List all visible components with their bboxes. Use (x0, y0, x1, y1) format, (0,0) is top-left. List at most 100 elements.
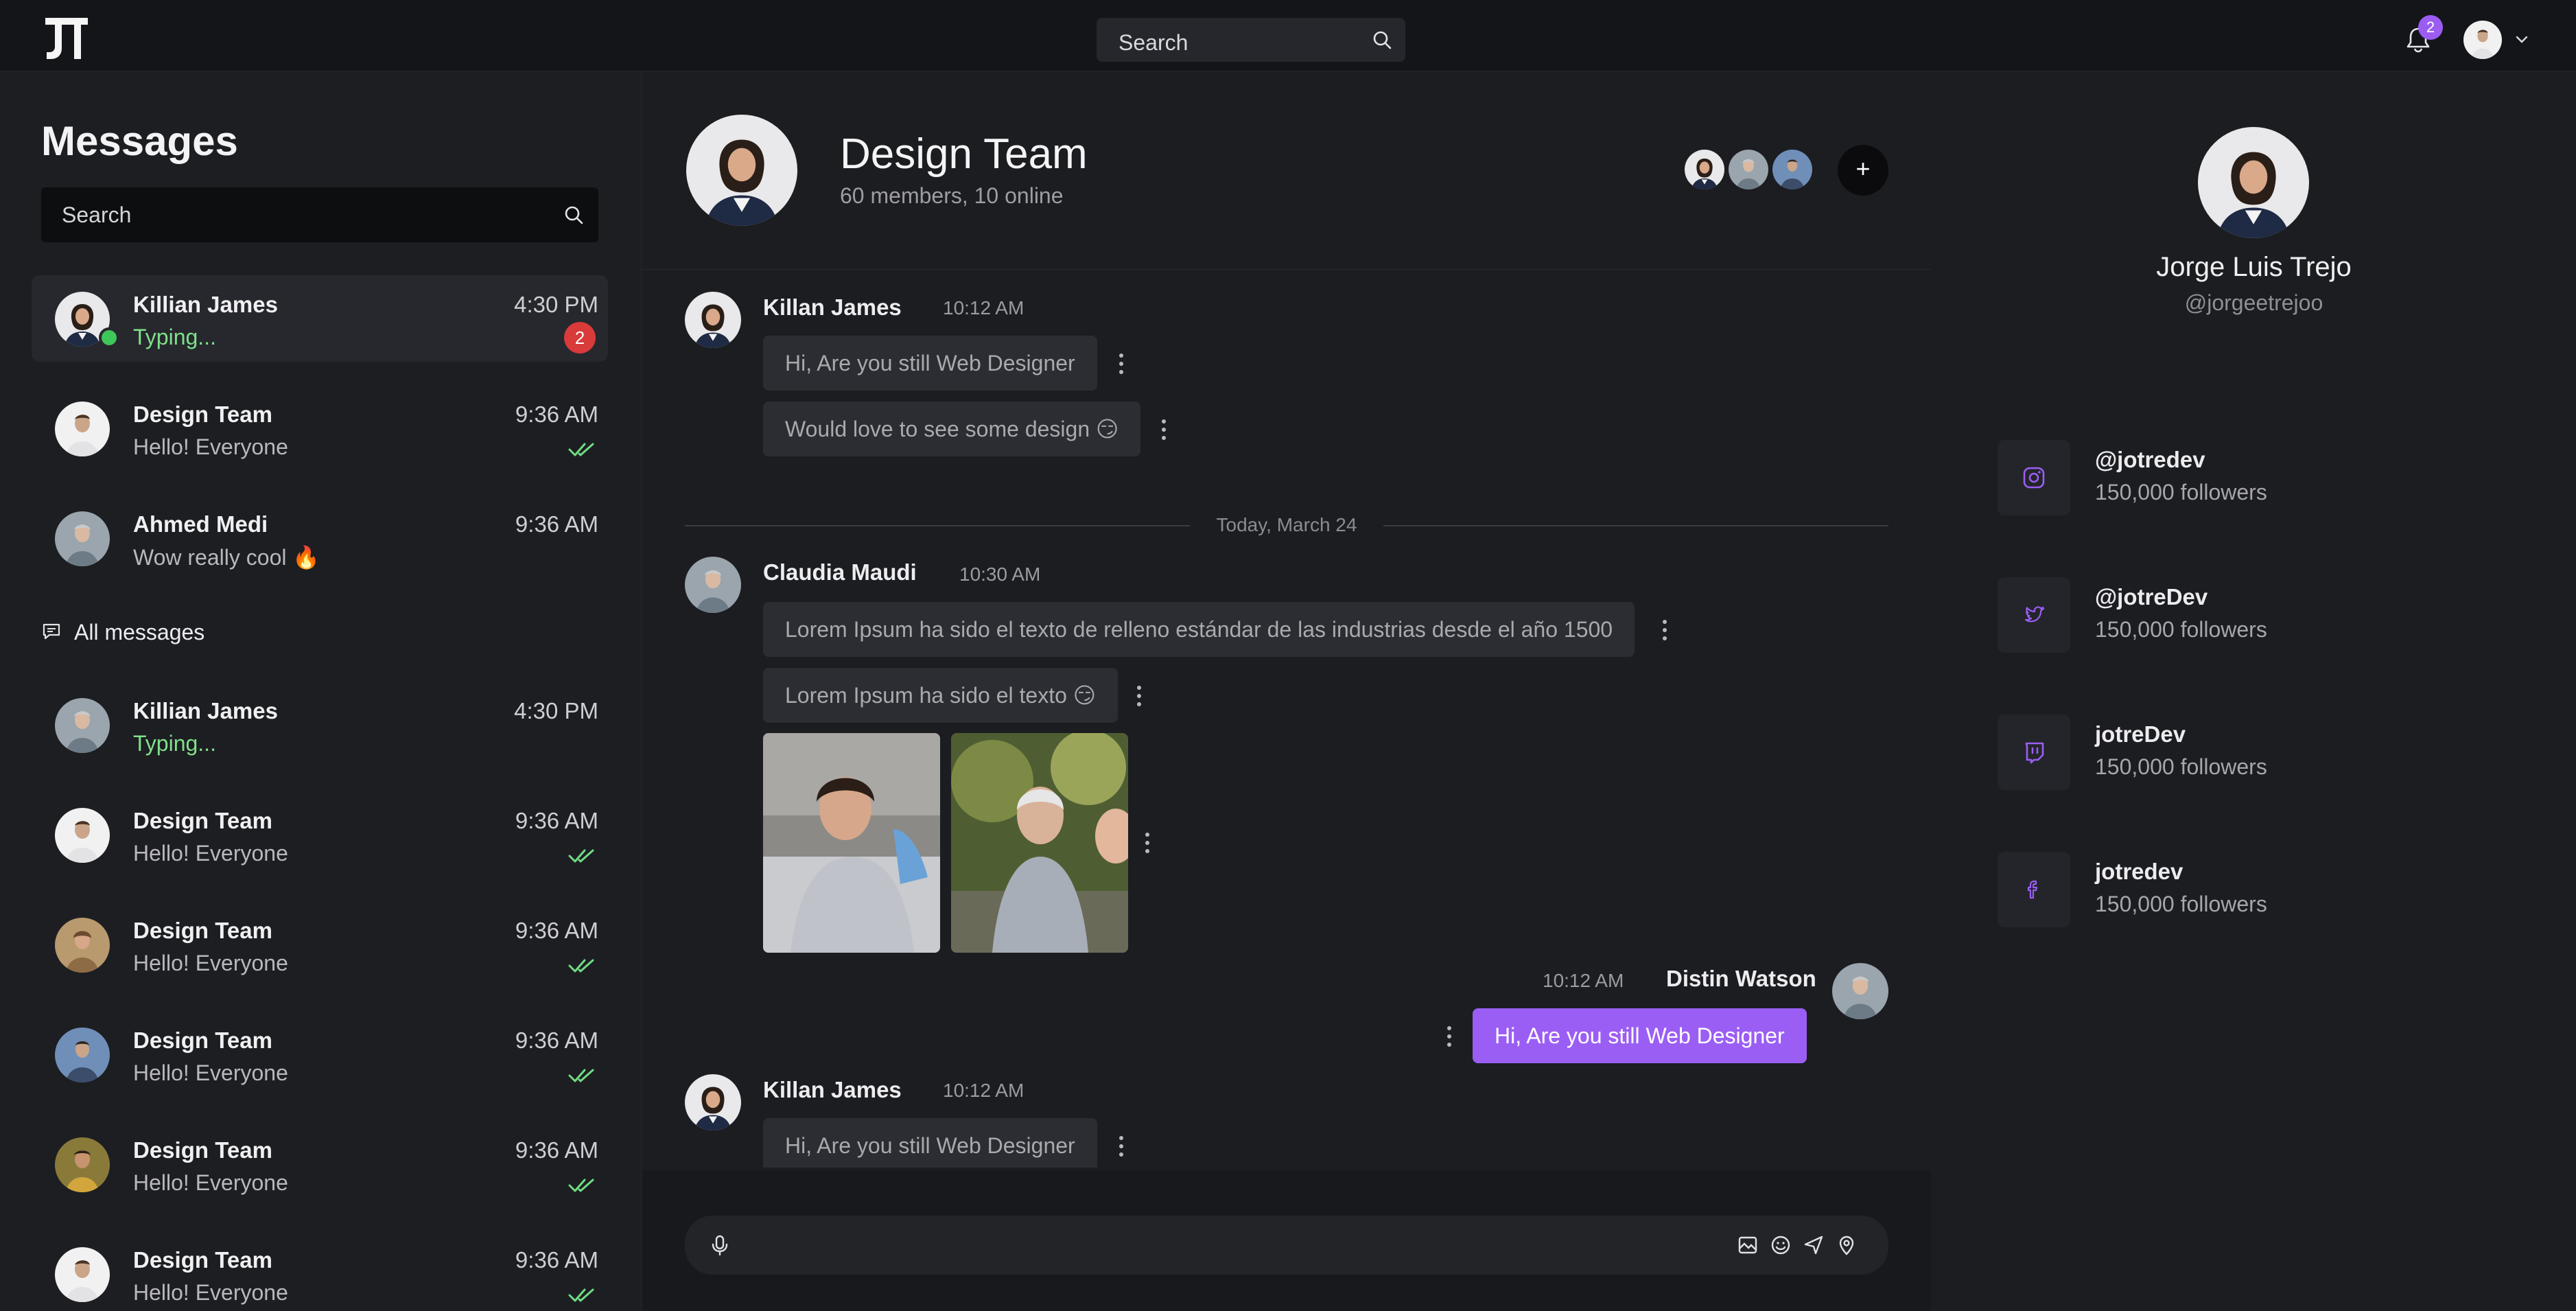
message-bubble[interactable]: Lorem Ipsum ha sido el texto de relleno … (763, 602, 1635, 657)
conversation-name: Design Team (133, 918, 272, 943)
message-bubble[interactable]: Hi, Are you still Web Designer (763, 336, 1097, 391)
avatar (685, 292, 741, 348)
conversation-item[interactable]: Design Team Hello! Everyone 9:36 AM (32, 385, 608, 472)
twitter-icon (2024, 606, 2045, 623)
conversation-name: Design Team (133, 1247, 272, 1273)
conversation-search-input[interactable]: Search (41, 187, 598, 242)
conversation-preview: Hello! Everyone (133, 1170, 288, 1195)
chat-title: Design Team (840, 130, 1088, 178)
messages-title: Messages (41, 118, 238, 164)
social-link-twitch[interactable]: jotreDev 150,000 followers (1998, 715, 2478, 790)
message-author: Killan James (763, 294, 902, 320)
conversation-item[interactable]: Design Team Hello! Everyone 9:36 AM (32, 1121, 608, 1207)
avatar (55, 808, 110, 863)
composer-area (642, 1170, 1931, 1311)
online-indicator (99, 327, 119, 348)
user-avatar[interactable] (2463, 21, 2502, 59)
profile-handle: @jorgeetrejoo (2184, 290, 2323, 315)
conversation-item[interactable]: Killian James Typing... 4:30 PM (32, 682, 608, 768)
more-options-icon[interactable] (1160, 418, 1168, 441)
date-divider-label: Today, March 24 (1216, 514, 1357, 535)
conversation-item[interactable]: Killian James Typing... 4:30 PM 2 (32, 275, 608, 362)
chat-subtitle: 60 members, 10 online (840, 183, 1064, 208)
facebook-icon (2027, 880, 2038, 899)
social-link-twitter[interactable]: @jotreDev 150,000 followers (1998, 577, 2478, 653)
member-avatar[interactable] (1770, 148, 1814, 192)
social-link-facebook[interactable]: jotredev 150,000 followers (1998, 852, 2478, 927)
jt-logo-icon[interactable] (43, 14, 91, 62)
notification-badge: 2 (2418, 15, 2443, 40)
social-followers: 150,000 followers (2095, 754, 2267, 779)
more-options-icon[interactable] (1117, 352, 1125, 375)
message-bubble[interactable]: Hi, Are you still Web Designer (1473, 1008, 1807, 1063)
avatar (685, 1074, 741, 1130)
read-receipt-icon (568, 1067, 596, 1084)
group-avatar[interactable] (686, 115, 797, 226)
conversation-name: Design Team (133, 402, 272, 427)
unread-badge: 2 (564, 322, 596, 353)
top-bar: Search 2 (0, 0, 2576, 71)
conversation-time: 9:36 AM (515, 918, 598, 943)
message-author: Distin Watson (1666, 966, 1816, 991)
social-followers: 150,000 followers (2095, 892, 2267, 916)
conversation-preview: Hello! Everyone (133, 841, 288, 866)
twitch-icon (2025, 742, 2044, 764)
conversation-item[interactable]: Design Team Hello! Everyone 9:36 AM (32, 1011, 608, 1098)
conversation-item[interactable]: Design Team Hello! Everyone 9:36 AM (32, 901, 608, 988)
image-icon[interactable] (1736, 1233, 1759, 1257)
chat-panel: Design Team 60 members, 10 online + Kill… (642, 72, 1931, 1311)
more-options-icon[interactable] (1661, 618, 1669, 642)
conversation-preview: Typing... (133, 731, 216, 756)
chevron-down-icon[interactable] (2514, 32, 2529, 47)
top-search-input[interactable]: Search (1097, 18, 1405, 62)
conversation-item[interactable]: Design Team Hello! Everyone 9:36 AM (32, 1231, 608, 1311)
microphone-icon[interactable] (708, 1233, 731, 1257)
avatar (55, 1247, 110, 1302)
conversation-time: 4:30 PM (514, 698, 598, 723)
social-followers: 150,000 followers (2095, 617, 2267, 642)
conversation-preview: Hello! Everyone (133, 951, 288, 975)
social-handle: jotreDev (2095, 721, 2186, 747)
conversations-sidebar: Messages Search Killian James Typing... … (0, 72, 642, 1311)
message-author: Killan James (763, 1077, 902, 1102)
add-member-button[interactable]: + (1838, 145, 1888, 196)
conversation-name: Ahmed Medi (133, 511, 268, 537)
message-author: Claudia Maudi (763, 559, 917, 585)
conversation-item[interactable]: Design Team Hello! Everyone 9:36 AM (32, 791, 608, 878)
avatar (55, 1028, 110, 1082)
more-options-icon[interactable] (1445, 1025, 1453, 1048)
avatar (55, 1137, 110, 1192)
shared-photo[interactable] (763, 733, 940, 953)
location-pin-icon[interactable] (1835, 1233, 1858, 1257)
message-list: Killan James 10:12 AM Hi, Are you still … (642, 271, 1931, 1168)
message-bubble[interactable]: Hi, Are you still Web Designer (763, 1118, 1097, 1168)
social-link-instagram[interactable]: @jotredev 150,000 followers (1998, 440, 2478, 515)
instagram-icon (2023, 467, 2045, 489)
emoji-icon[interactable] (1769, 1233, 1792, 1257)
social-handle: @jotredev (2095, 447, 2205, 472)
read-receipt-icon (568, 1287, 596, 1303)
message-input[interactable] (685, 1216, 1888, 1275)
member-avatar[interactable] (1683, 148, 1726, 192)
more-options-icon[interactable] (1135, 684, 1143, 708)
send-icon[interactable] (1802, 1233, 1825, 1257)
shared-photo[interactable] (951, 733, 1128, 953)
conversation-name: Design Team (133, 1137, 272, 1163)
message-bubble[interactable]: Would love to see some design 😏 (763, 402, 1141, 456)
search-icon[interactable] (563, 204, 585, 226)
date-divider: Today, March 24 (685, 511, 1888, 539)
search-icon[interactable] (1371, 29, 1393, 51)
conversation-item[interactable]: Ahmed Medi Wow really cool 🔥 9:36 AM (32, 495, 608, 581)
more-options-icon[interactable] (1143, 831, 1151, 855)
conversation-time: 9:36 AM (515, 808, 598, 833)
message-bubble[interactable]: Lorem Ipsum ha sido el texto 😏 (763, 668, 1119, 723)
conversation-time: 9:36 AM (515, 1028, 598, 1053)
more-options-icon[interactable] (1117, 1135, 1125, 1158)
conversation-time: 9:36 AM (515, 1137, 598, 1163)
conversation-time: 9:36 AM (515, 511, 598, 537)
message-time: 10:12 AM (1543, 970, 1624, 991)
avatar (55, 402, 110, 456)
message-time: 10:30 AM (959, 564, 1041, 585)
avatar (55, 918, 110, 973)
member-avatar[interactable] (1726, 148, 1770, 192)
